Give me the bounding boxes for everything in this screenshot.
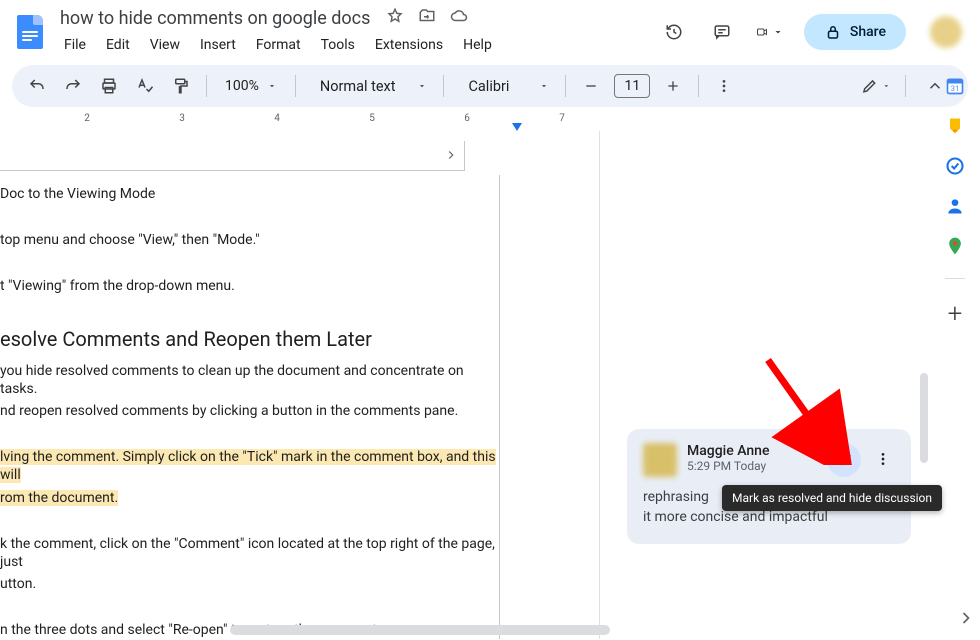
style-value: Normal text [320,78,396,95]
document-line[interactable]: nd reopen resolved comments by clicking … [0,400,499,422]
document-line[interactable]: you hide resolved comments to clean up t… [0,360,499,400]
resolve-tooltip: Mark as resolved and hide discussion [722,485,942,511]
more-formatting-button[interactable] [709,71,739,101]
ruler-tick: 2 [84,113,90,124]
maps-app-icon[interactable] [945,236,965,256]
comment-more-button[interactable] [871,448,895,472]
tasks-app-icon[interactable] [945,156,965,176]
document-line[interactable]: utton. [0,573,499,595]
font-size-input[interactable]: 11 [614,74,650,98]
document-line[interactable]: Doc to the Viewing Mode [0,183,499,205]
right-indent-marker[interactable] [512,123,522,131]
star-icon[interactable] [386,7,404,30]
side-panel: 31 + [930,52,980,640]
contacts-app-icon[interactable] [945,196,965,216]
meet-button[interactable] [756,18,784,46]
redo-button[interactable] [58,71,88,101]
menu-insert[interactable]: Insert [192,33,244,57]
document-heading[interactable]: esolve Comments and Reopen them Later [0,326,499,352]
document-line[interactable]: t "Viewing" from the drop-down menu. [0,275,499,297]
document-line[interactable]: lving the comment. Simply click on the "… [0,446,499,486]
menu-tools[interactable]: Tools [313,33,363,57]
menu-extensions[interactable]: Extensions [367,33,451,57]
undo-button[interactable] [22,71,52,101]
zoom-select[interactable]: 100% [217,78,285,94]
editing-mode-button[interactable] [861,71,891,101]
document-line[interactable]: rom the document. [0,487,499,509]
account-avatar[interactable] [930,16,962,48]
document-line[interactable]: k the comment, click on the "Comment" ic… [0,533,499,573]
toolbar: 100% Normal text Calibri 11 [12,65,968,107]
vertical-scrollbar[interactable] [920,373,928,463]
menu-file[interactable]: File [56,33,94,57]
svg-text:31: 31 [951,84,959,93]
print-button[interactable] [94,71,124,101]
resolve-comment-button[interactable] [827,443,861,477]
history-icon[interactable] [660,18,688,46]
document-body[interactable]: Doc to the Viewing Mode top menu and choo… [0,175,499,639]
comment-time: 5:29 PM Today [687,459,769,473]
menu-bar: File Edit View Insert Format Tools Exten… [56,31,652,57]
document-line[interactable]: top menu and choose "View," then "Mode." [0,229,499,251]
horizontal-ruler[interactable]: 2 3 4 5 6 7 [12,113,612,131]
paint-format-button[interactable] [166,71,196,101]
docs-logo[interactable] [12,14,48,50]
menu-help[interactable]: Help [455,33,500,57]
share-label: Share [850,24,886,40]
ruler-tick: 5 [369,113,375,124]
menu-format[interactable]: Format [248,33,309,57]
document-title[interactable]: how to hide comments on google docs [56,6,374,31]
increase-font-size-button[interactable] [658,71,688,101]
ruler-tick: 4 [274,113,280,124]
get-addons-button[interactable]: + [948,299,963,329]
menu-view[interactable]: View [142,33,188,57]
font-value: Calibri [468,78,509,95]
ruler-tick: 7 [559,113,565,124]
commenter-name: Maggie Anne [687,443,769,459]
keep-app-icon[interactable] [945,116,965,136]
cloud-status-icon[interactable] [450,7,468,30]
share-button[interactable]: Share [804,14,906,50]
zoom-value: 100% [225,78,259,94]
commenter-avatar [643,443,677,477]
expand-tab-icon[interactable] [444,147,458,166]
show-side-panel-button[interactable] [956,608,976,632]
decrease-font-size-button[interactable] [576,71,606,101]
comments-icon[interactable] [708,18,736,46]
ruler-tick: 6 [464,113,470,124]
move-icon[interactable] [418,7,436,30]
horizontal-scrollbar[interactable] [230,625,920,637]
paragraph-style-select[interactable]: Normal text [306,78,434,95]
side-panel-separator [945,278,965,279]
calendar-app-icon[interactable]: 31 [945,76,965,96]
menu-edit[interactable]: Edit [98,33,138,57]
font-select[interactable]: Calibri [454,78,555,95]
spellcheck-button[interactable] [130,71,160,101]
ruler-tick: 3 [179,113,185,124]
document-page[interactable]: Doc to the Viewing Mode top menu and choo… [0,131,600,639]
